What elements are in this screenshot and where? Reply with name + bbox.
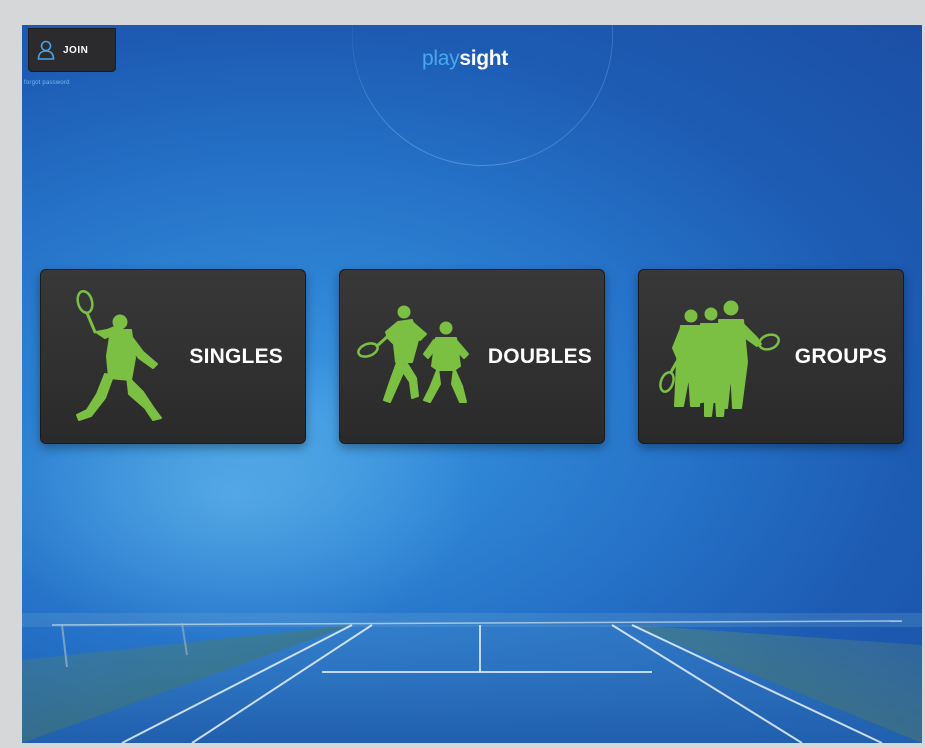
forgot-password-link[interactable]: forgot password xyxy=(24,80,70,86)
groups-label: GROUPS xyxy=(794,345,887,368)
join-label: JOIN xyxy=(63,44,89,56)
logo-text-sight: sight xyxy=(459,47,508,70)
doubles-players-icon xyxy=(346,270,488,445)
groups-mode-button[interactable]: GROUPS xyxy=(638,269,904,444)
doubles-label: DOUBLES xyxy=(487,345,592,368)
logo-text-play: play xyxy=(422,47,460,70)
app-screen: JOIN forgot password playsight SINGLES D… xyxy=(22,25,922,743)
user-icon xyxy=(37,40,55,60)
group-players-icon xyxy=(645,270,787,445)
singles-player-icon xyxy=(47,270,189,445)
doubles-mode-button[interactable]: DOUBLES xyxy=(339,269,605,444)
singles-mode-button[interactable]: SINGLES xyxy=(40,269,306,444)
join-button[interactable]: JOIN xyxy=(28,28,116,72)
tennis-court-background xyxy=(22,613,922,743)
app-logo: playsight xyxy=(422,47,508,71)
singles-label: SINGLES xyxy=(189,345,283,368)
